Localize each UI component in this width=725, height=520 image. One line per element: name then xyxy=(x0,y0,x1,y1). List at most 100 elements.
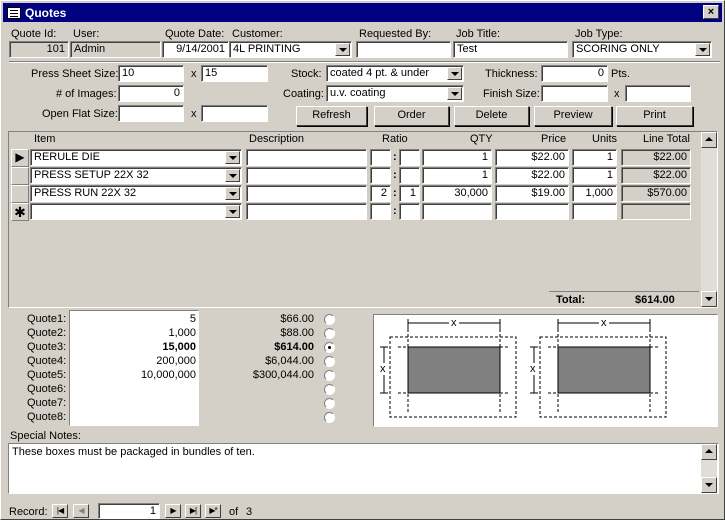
scroll-down-button[interactable] xyxy=(701,291,717,307)
new-row-price-field[interactable] xyxy=(495,203,569,220)
quote3-radio-selected[interactable] xyxy=(324,342,335,353)
row-units-field[interactable]: 1,000 xyxy=(572,185,617,202)
new-record-button[interactable]: ▶* xyxy=(205,504,221,518)
finish-height-field[interactable] xyxy=(625,85,691,102)
notes-scrollbar[interactable] xyxy=(701,444,717,493)
row-price-field[interactable]: $22.00 xyxy=(495,149,569,166)
new-row-qty-field[interactable] xyxy=(422,203,492,220)
row-item-combo[interactable]: PRESS RUN 22X 32 xyxy=(30,185,242,202)
row-price-field[interactable]: $19.00 xyxy=(495,185,569,202)
customer-combo[interactable]: 4L PRINTING xyxy=(229,41,352,58)
total-label: Total: xyxy=(556,294,586,306)
row-ratio-b-field[interactable] xyxy=(399,167,420,184)
delete-button[interactable]: Delete xyxy=(454,106,529,126)
open-flat-height-field[interactable] xyxy=(201,105,268,122)
new-row-item-combo[interactable] xyxy=(30,203,242,220)
coating-combo[interactable]: u.v. coating xyxy=(326,85,464,102)
previous-record-button[interactable]: ◀ xyxy=(73,504,89,518)
row-price-field[interactable]: $22.00 xyxy=(495,167,569,184)
quote1-qty[interactable]: 5 xyxy=(71,313,196,325)
coating-dropdown-button[interactable] xyxy=(447,87,462,100)
job-type-combo[interactable]: SCORING ONLY xyxy=(572,41,712,58)
requested-by-field[interactable] xyxy=(356,41,451,58)
row-selector[interactable] xyxy=(11,167,29,185)
row-ratio-b-field[interactable] xyxy=(399,149,420,166)
row-description-field[interactable] xyxy=(246,185,367,202)
notes-scroll-up-button[interactable] xyxy=(701,444,717,460)
user-label: User: xyxy=(73,28,100,40)
quote4-qty[interactable]: 200,000 xyxy=(71,355,196,367)
next-record-button[interactable]: ▶ xyxy=(165,504,181,518)
items-scrollbar[interactable] xyxy=(701,132,717,307)
quote8-radio[interactable] xyxy=(324,412,335,423)
job-type-label: Job Type: xyxy=(575,28,623,40)
quote1-radio[interactable] xyxy=(324,314,335,325)
quote6-radio[interactable] xyxy=(324,384,335,395)
quote5-radio[interactable] xyxy=(324,370,335,381)
quote-date-field[interactable]: 9/14/2001 xyxy=(162,41,229,58)
row-ratio-a-field[interactable] xyxy=(370,149,391,166)
new-row-item-dropdown-button[interactable] xyxy=(225,205,240,218)
stock-dropdown-button[interactable] xyxy=(447,67,462,80)
customer-dropdown-button[interactable] xyxy=(335,43,350,56)
requested-by-label: Requested By: xyxy=(359,28,432,40)
special-notes-field[interactable]: These boxes must be packaged in bundles … xyxy=(8,443,719,494)
quote5-qty[interactable]: 10,000,000 xyxy=(71,369,196,381)
press-sheet-width-field[interactable]: 10 xyxy=(118,65,184,82)
press-sheet-height-field[interactable]: 15 xyxy=(201,65,268,82)
row-selector-current[interactable]: ▶ xyxy=(11,149,29,167)
row-item-dropdown-button[interactable] xyxy=(225,169,240,182)
first-record-button[interactable]: |◀ xyxy=(52,504,68,518)
row-qty-field[interactable]: 1 xyxy=(422,167,492,184)
new-row-units-field[interactable] xyxy=(572,203,617,220)
job-title-field[interactable]: Test xyxy=(453,41,568,58)
finish-width-field[interactable] xyxy=(541,85,608,102)
new-row-ratio-a-field[interactable] xyxy=(370,203,391,220)
new-record-selector[interactable]: ✱ xyxy=(11,203,29,221)
record-number-field[interactable]: 1 xyxy=(98,503,160,519)
quote3-qty[interactable]: 15,000 xyxy=(71,341,196,353)
quote2-price: $88.00 xyxy=(280,327,314,339)
row-qty-field[interactable]: 1 xyxy=(422,149,492,166)
num-images-field[interactable]: 0 xyxy=(118,85,184,102)
row-ratio-b-field[interactable]: 1 xyxy=(399,185,420,202)
notes-scroll-down-button[interactable] xyxy=(701,477,717,493)
stock-combo[interactable]: coated 4 pt. & under xyxy=(326,65,464,82)
row-ratio-a-field[interactable]: 2 xyxy=(370,185,391,202)
quote3-price: $614.00 xyxy=(274,341,314,353)
last-record-button[interactable]: ▶| xyxy=(185,504,201,518)
new-row-ratio-b-field[interactable] xyxy=(399,203,420,220)
row-item-dropdown-button[interactable] xyxy=(225,151,240,164)
preview-button[interactable]: Preview xyxy=(534,106,612,126)
new-row-description-field[interactable] xyxy=(246,203,367,220)
scroll-up-button[interactable] xyxy=(701,132,717,148)
quote4-radio[interactable] xyxy=(324,356,335,367)
row-units-field[interactable]: 1 xyxy=(572,149,617,166)
open-flat-width-field[interactable] xyxy=(118,105,184,122)
refresh-button[interactable]: Refresh xyxy=(296,106,367,126)
row-selector[interactable] xyxy=(11,185,29,203)
row-item-combo[interactable]: PRESS SETUP 22X 32 xyxy=(30,167,242,184)
quote5-price: $300,044.00 xyxy=(252,369,314,381)
col-header-item: Item xyxy=(34,133,56,145)
open-flat-x: x xyxy=(191,108,197,120)
row-description-field[interactable] xyxy=(246,167,367,184)
open-flat-size-label: Open Flat Size: xyxy=(42,108,118,120)
thickness-field[interactable]: 0 xyxy=(541,65,608,82)
stock-label: Stock: xyxy=(291,68,322,80)
quote7-radio[interactable] xyxy=(324,398,335,409)
row-item-dropdown-button[interactable] xyxy=(225,187,240,200)
close-button[interactable]: × xyxy=(703,5,719,19)
job-type-dropdown-button[interactable] xyxy=(695,43,710,56)
ratio-colon: : xyxy=(393,205,397,217)
row-qty-field[interactable]: 30,000 xyxy=(422,185,492,202)
row-ratio-a-field[interactable] xyxy=(370,167,391,184)
print-button[interactable]: Print xyxy=(616,106,693,126)
quote-id-field: 101 xyxy=(9,41,69,58)
row-item-combo[interactable]: RERULE DIE xyxy=(30,149,242,166)
quote2-radio[interactable] xyxy=(324,328,335,339)
order-button[interactable]: Order xyxy=(374,106,449,126)
row-description-field[interactable] xyxy=(246,149,367,166)
row-units-field[interactable]: 1 xyxy=(572,167,617,184)
quote2-qty[interactable]: 1,000 xyxy=(71,327,196,339)
